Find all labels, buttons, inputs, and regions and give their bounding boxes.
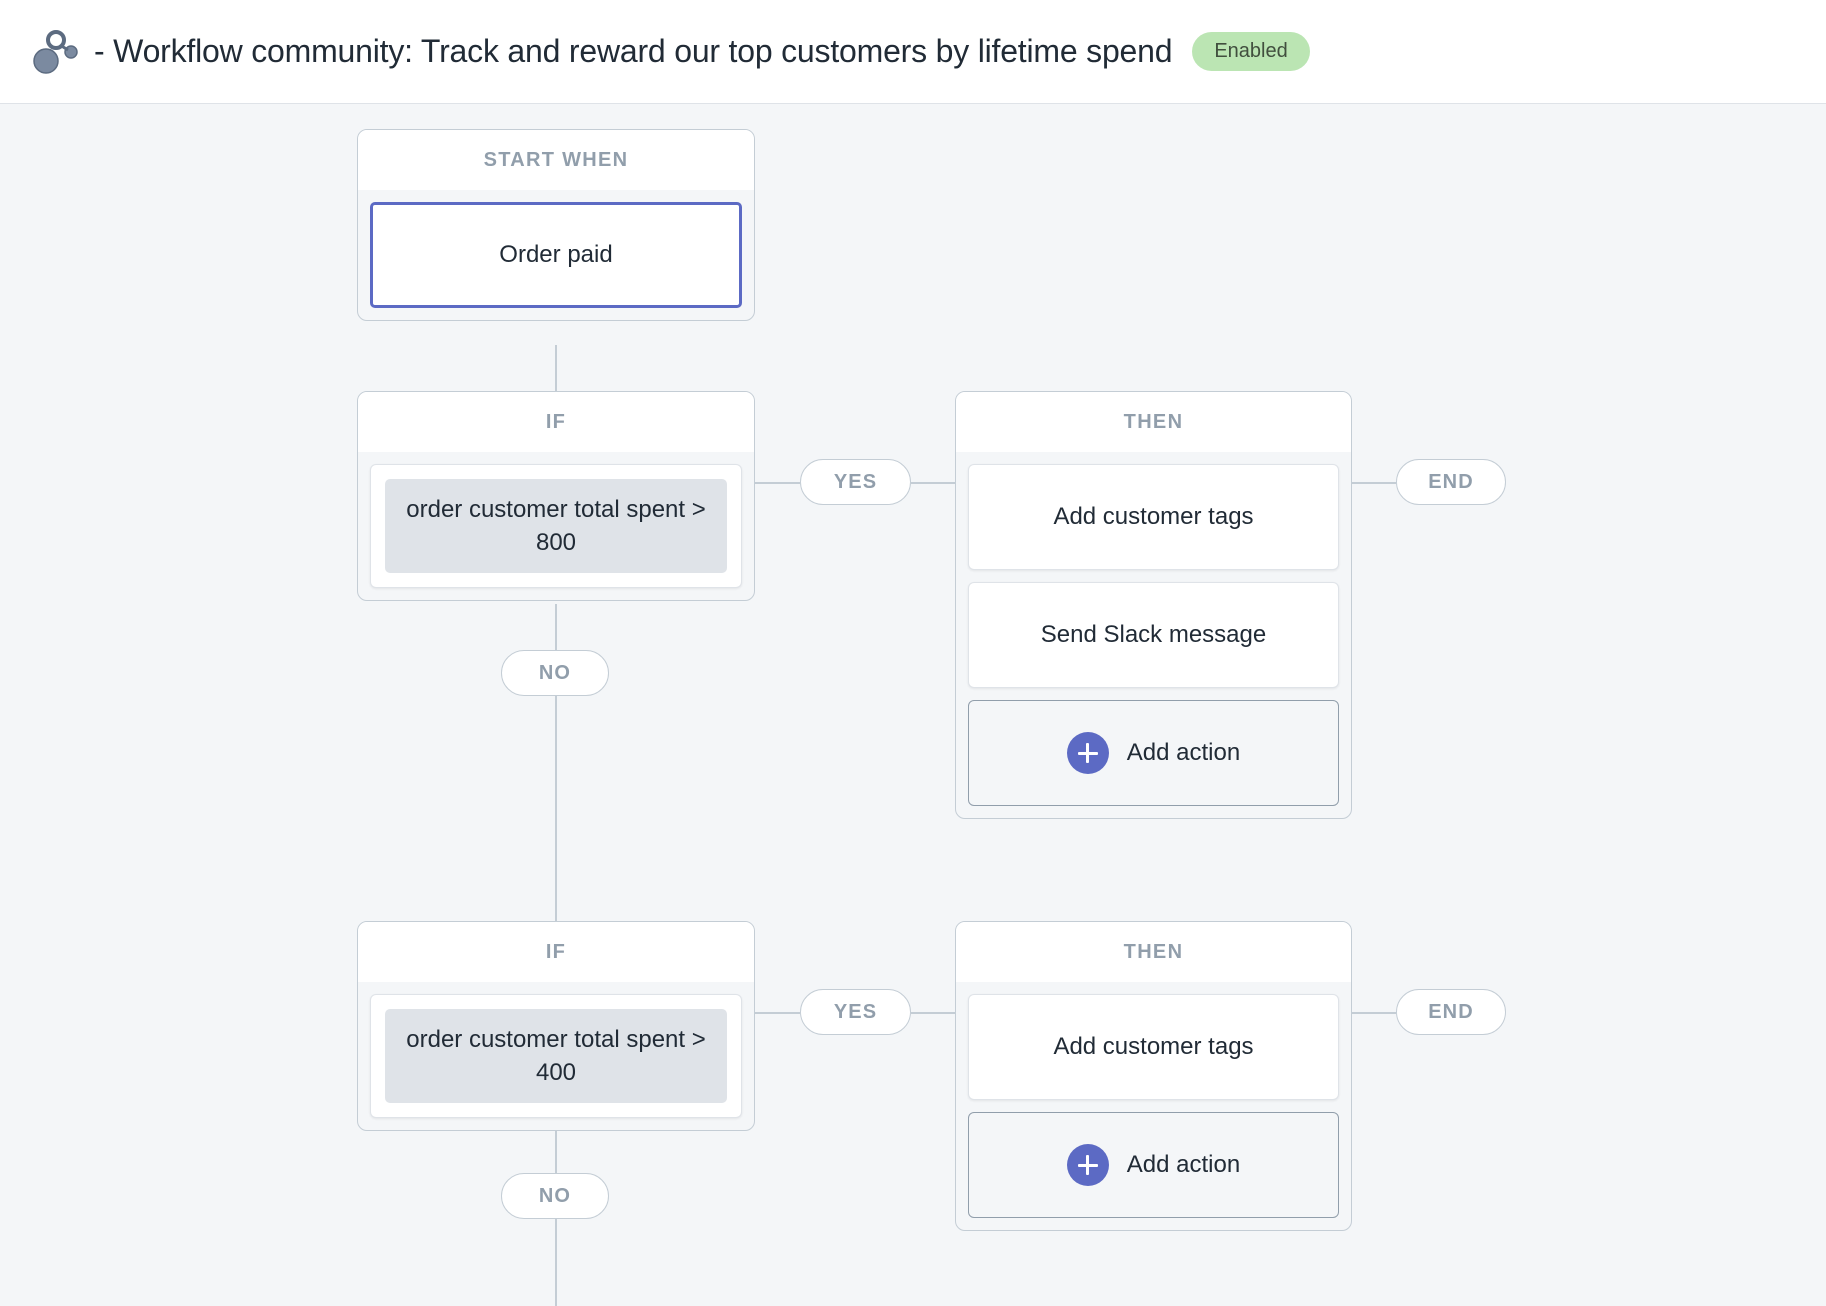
then-group-2-header: THEN xyxy=(956,922,1351,982)
condition-chip-1: order customer total spent > 800 xyxy=(385,479,727,574)
trigger-group-body: Order paid xyxy=(358,190,754,320)
branch-1-yes-label: YES xyxy=(833,470,878,493)
branch-1-no-label: NO xyxy=(538,661,572,684)
workflow-canvas[interactable]: START WHEN Order paid IF order customer … xyxy=(0,104,1826,1306)
trigger-node-order-paid[interactable]: Order paid xyxy=(370,202,742,308)
condition-node-2[interactable]: order customer total spent > 400 xyxy=(370,994,742,1119)
branch-1-yes-pill: YES xyxy=(800,459,911,505)
then-group-2[interactable]: THEN Add customer tags Add action xyxy=(955,921,1352,1231)
branch-1-end-pill: END xyxy=(1396,459,1506,505)
trigger-group-header: START WHEN xyxy=(358,130,754,190)
branch-2-no-label: NO xyxy=(538,1184,572,1207)
branch-2-end-pill: END xyxy=(1396,989,1506,1035)
if-group-1-header: IF xyxy=(358,392,754,452)
trigger-group[interactable]: START WHEN Order paid xyxy=(357,129,755,321)
connector-yes-to-then-2 xyxy=(911,1012,955,1014)
connector-no-2-continues xyxy=(555,1219,557,1306)
branch-1-end-label: END xyxy=(1428,470,1474,493)
branch-2-yes-label: YES xyxy=(833,1000,878,1023)
if-group-1-body: order customer total spent > 800 xyxy=(358,452,754,600)
action-node-add-customer-tags-2[interactable]: Add customer tags xyxy=(968,994,1339,1100)
if-group-2-header: IF xyxy=(358,922,754,982)
status-badge: Enabled xyxy=(1192,32,1310,71)
add-action-label-2: Add action xyxy=(1126,1151,1241,1178)
workflow-header: - Workflow community: Track and reward o… xyxy=(0,0,1826,104)
connector-then-1-to-end xyxy=(1352,482,1396,484)
action-node-label: Add customer tags xyxy=(1053,503,1254,530)
branch-1-no-pill: NO xyxy=(501,650,609,696)
then-group-1-body: Add customer tags Send Slack message Add… xyxy=(956,452,1351,818)
connector-if-1-to-no xyxy=(555,604,557,650)
then-group-1[interactable]: THEN Add customer tags Send Slack messag… xyxy=(955,391,1352,819)
plus-icon xyxy=(1066,1144,1109,1186)
connector-then-2-to-end xyxy=(1352,1012,1396,1014)
action-node-send-slack-message[interactable]: Send Slack message xyxy=(968,582,1339,688)
connector-if-2-to-yes xyxy=(755,1012,800,1014)
then-group-2-body: Add customer tags Add action xyxy=(956,982,1351,1230)
connector-if-2-to-no xyxy=(555,1127,557,1173)
plus-icon xyxy=(1066,732,1109,774)
branch-2-yes-pill: YES xyxy=(800,989,911,1035)
add-action-button-2[interactable]: Add action xyxy=(968,1112,1339,1218)
connector-trigger-to-if-1 xyxy=(555,345,557,391)
condition-chip-2: order customer total spent > 400 xyxy=(385,1009,727,1104)
action-node-label: Add customer tags xyxy=(1053,1033,1254,1060)
workflow-nodes-icon xyxy=(33,29,78,74)
action-node-label: Send Slack message xyxy=(1040,621,1267,648)
trigger-node-label: Order paid xyxy=(499,241,613,268)
if-group-1[interactable]: IF order customer total spent > 800 xyxy=(357,391,755,602)
connector-if-1-to-yes xyxy=(755,482,800,484)
if-group-2-body: order customer total spent > 400 xyxy=(358,982,754,1130)
page-title: - Workflow community: Track and reward o… xyxy=(94,33,1173,69)
condition-node-1[interactable]: order customer total spent > 800 xyxy=(370,464,742,589)
connector-yes-to-then-1 xyxy=(911,482,955,484)
add-action-button-1[interactable]: Add action xyxy=(968,700,1339,806)
then-group-1-header: THEN xyxy=(956,392,1351,452)
add-action-label-1: Add action xyxy=(1126,739,1241,766)
if-group-2[interactable]: IF order customer total spent > 400 xyxy=(357,921,755,1132)
branch-2-end-label: END xyxy=(1428,1000,1474,1023)
branch-2-no-pill: NO xyxy=(501,1173,609,1219)
action-node-add-customer-tags-1[interactable]: Add customer tags xyxy=(968,464,1339,570)
